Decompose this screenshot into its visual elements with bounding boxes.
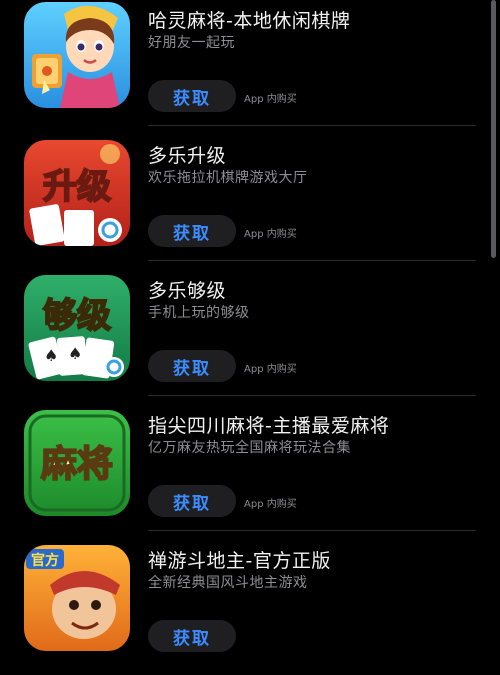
divider [148,530,476,531]
sichuan-mahjong-icon[interactable]: 麻将 [24,410,130,516]
app-subtitle: 手机上玩的够级 [148,305,250,321]
get-button[interactable]: 获取 [148,80,236,112]
app-title[interactable]: 禅游斗地主-官方正版 [148,546,331,573]
svg-text:♠: ♠ [68,344,82,363]
duole-shengji-icon[interactable]: 升级 [24,140,130,246]
app-subtitle: 亿万麻友热玩全国麻将玩法合集 [148,440,351,456]
get-button[interactable]: 获取 [148,485,236,517]
haling-mahjong-icon[interactable] [24,2,130,108]
app-title[interactable]: 多乐够级 [148,276,226,303]
icon-text: 官方 [31,552,59,569]
get-button[interactable]: 获取 [148,620,236,652]
app-row[interactable]: 哈灵麻将-本地休闲棋牌 好朋友一起玩 获取 App 内购买 [0,0,500,135]
get-button[interactable]: 获取 [148,350,236,382]
divider [148,125,476,126]
app-subtitle: 全新经典国风斗地主游戏 [148,575,308,591]
in-app-purchase-label: App 内购买 [244,364,297,375]
app-row[interactable]: 升级 多乐升级 欢乐拖拉机棋牌游戏大厅 获取 App 内购买 [0,135,500,270]
app-row[interactable]: 官方 禅游斗地主-官方正版 全新经典国风斗地主游戏 获取 [0,540,500,675]
divider [148,395,476,396]
in-app-purchase-label: App 内购买 [244,499,297,510]
app-row[interactable]: 麻将 指尖四川麻将-主播最爱麻将 亿万麻友热玩全国麻将玩法合集 获取 App 内… [0,405,500,540]
app-title[interactable]: 多乐升级 [148,141,226,168]
app-subtitle: 欢乐拖拉机棋牌游戏大厅 [148,170,308,186]
get-button[interactable]: 获取 [148,215,236,247]
app-title[interactable]: 哈灵麻将-本地休闲棋牌 [148,6,350,33]
in-app-purchase-label: App 内购买 [244,94,297,105]
svg-text:♠: ♠ [44,346,58,365]
app-subtitle: 好朋友一起玩 [148,35,235,51]
duole-gouji-icon[interactable]: ♠ ♠ 够级 [24,275,130,381]
divider [148,260,476,261]
in-app-purchase-label: App 内购买 [244,229,297,240]
icon-text: 升级 [43,167,111,207]
icon-text: 够级 [43,296,111,336]
icon-text: 麻将 [41,444,113,485]
app-title[interactable]: 指尖四川麻将-主播最爱麻将 [148,411,389,438]
app-row[interactable]: ♠ ♠ 够级 多乐够级 手机上玩的够级 获取 App 内购买 [0,270,500,405]
scrollbar[interactable] [491,0,496,258]
chanyou-doudizhu-icon[interactable]: 官方 [24,545,130,651]
